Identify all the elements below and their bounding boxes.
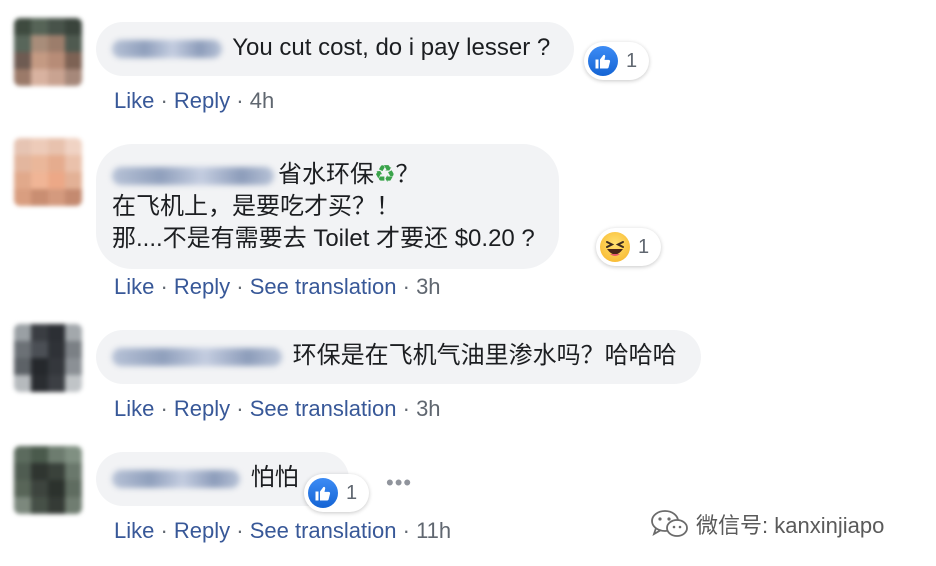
reaction-count-number: 1 [626,49,638,72]
wechat-watermark: 微信号: kanxinjiapo [650,508,884,540]
comment-text: You cut cost, do i pay lesser ? [232,34,551,61]
like-link[interactable]: Like [114,88,154,113]
blurred-author-name[interactable] [112,166,274,185]
timestamp[interactable]: 4h [250,88,274,113]
comment-text-question: ？ [395,161,420,188]
recycle-icon: ♻ [374,160,396,188]
separator: · [396,396,417,421]
reply-link[interactable]: Reply [174,88,230,113]
comment-text-line-1: 省水环保 [278,161,374,188]
timestamp[interactable]: 11h [416,518,451,543]
comment-actions: Like · Reply · See translation · 3h [114,396,441,422]
comment-bubble: You cut cost, do i pay lesser ? [96,22,575,76]
blurred-author-name[interactable] [112,39,222,58]
see-translation-link[interactable]: See translation [250,274,397,299]
reaction-count-number: 1 [346,481,358,504]
like-link[interactable]: Like [114,396,154,421]
blurred-author-name[interactable] [112,469,240,488]
comment-text-line-3: 那....不是有需要去 Toilet 才要还 $0.20 ? [112,225,535,252]
comment-actions: Like · Reply · See translation · 3h [114,274,441,300]
avatar[interactable] [14,324,82,392]
more-options-icon[interactable]: ••• [386,470,412,496]
like-link[interactable]: Like [114,274,154,299]
reply-link[interactable]: Reply [174,396,230,421]
avatar[interactable] [14,138,82,206]
separator: · [396,274,417,299]
comment-text: 怕怕 [250,464,299,491]
like-icon [588,46,618,76]
separator: · [154,274,174,299]
see-translation-link[interactable]: See translation [250,396,397,421]
reaction-count[interactable]: 1 [596,228,662,266]
separator: · [230,396,250,421]
comment-actions: Like · Reply · See translation · 11h [114,518,451,544]
comment-text-line-2: 在飞机上，是要吃才买？！ [112,193,400,220]
haha-icon [600,232,630,262]
reaction-count[interactable]: 1 [584,42,650,80]
separator: · [230,274,250,299]
separator: · [154,88,174,113]
reaction-count-number: 1 [638,235,650,258]
separator: · [154,396,174,421]
avatar[interactable] [14,446,82,514]
see-translation-link[interactable]: See translation [250,518,397,543]
reply-link[interactable]: Reply [174,274,230,299]
avatar[interactable] [14,18,82,86]
like-icon [308,478,338,508]
reaction-count[interactable]: 1 [304,474,370,512]
separator: · [230,88,250,113]
comment-text: 环保是在飞机气油里渗水吗？哈哈哈 [292,342,677,369]
comment-actions: Like · Reply · 4h [114,88,274,114]
timestamp[interactable]: 3h [416,274,440,299]
wechat-icon [651,510,688,537]
watermark-text: 微信号: kanxinjiapo [696,513,885,538]
reply-link[interactable]: Reply [174,518,230,543]
comment-bubble: 省水环保♻？ 在飞机上，是要吃才买？！ 那....不是有需要去 Toilet 才… [96,144,559,269]
like-link[interactable]: Like [114,518,154,543]
separator: · [396,518,417,543]
comment-bubble: 环保是在飞机气油里渗水吗？哈哈哈 [96,330,701,384]
timestamp[interactable]: 3h [416,396,440,421]
separator: · [154,518,174,543]
blurred-author-name[interactable] [112,347,282,366]
separator: · [230,518,250,543]
